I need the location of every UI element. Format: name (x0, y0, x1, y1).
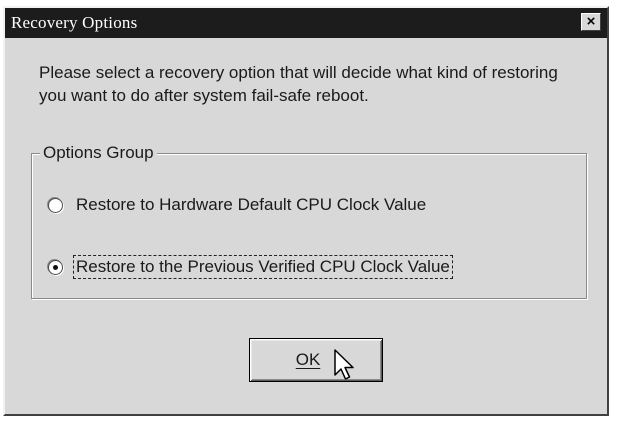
options-group-label: Options Group (40, 143, 157, 163)
close-icon: × (586, 13, 596, 30)
ok-button-label: OK (295, 350, 321, 369)
close-button[interactable]: × (581, 13, 601, 31)
instruction-message: Please select a recovery option that wil… (39, 63, 558, 105)
option-label[interactable]: Restore to Hardware Default CPU Clock Va… (74, 194, 428, 216)
options-group: Options Group Restore to Hardware Defaul… (31, 143, 587, 299)
window-title: Recovery Options (11, 13, 138, 32)
radio-button-previous-verified[interactable] (48, 259, 63, 275)
option-hardware-default[interactable]: Restore to Hardware Default CPU Clock Va… (48, 194, 428, 216)
title-bar[interactable]: Recovery Options × (5, 8, 607, 38)
arrow-cursor-icon (334, 349, 354, 380)
ok-button[interactable]: OK (249, 338, 383, 382)
recovery-options-dialog: Recovery Options × Please select a recov… (3, 6, 609, 416)
option-label[interactable]: Restore to the Previous Verified CPU Clo… (73, 255, 453, 279)
option-previous-verified[interactable]: Restore to the Previous Verified CPU Clo… (48, 255, 453, 279)
radio-button-hardware-default[interactable] (48, 197, 63, 213)
